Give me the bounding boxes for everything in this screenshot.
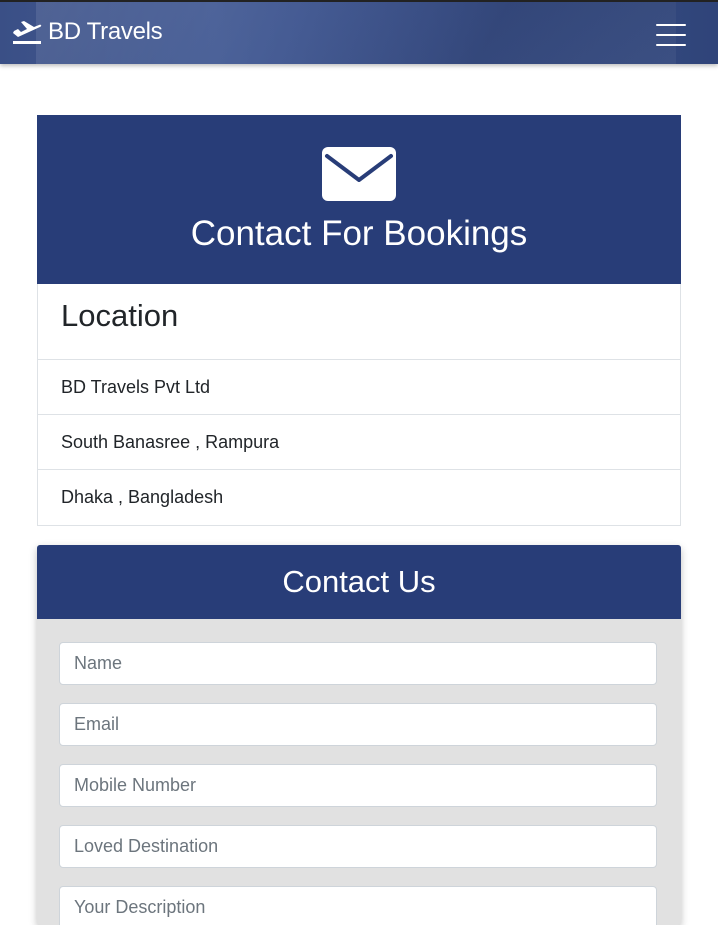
location-list: Location BD Travels Pvt Ltd South Banasr… <box>37 284 681 526</box>
booking-title: Contact For Bookings <box>190 214 528 253</box>
navbar: BD Travels <box>0 0 718 64</box>
envelope-icon <box>322 147 396 206</box>
plane-icon <box>12 18 42 46</box>
email-input[interactable] <box>59 703 657 746</box>
contact-form <box>37 619 681 925</box>
loved-destination-input[interactable] <box>59 825 657 868</box>
mobile-number-input[interactable] <box>59 764 657 807</box>
hamburger-icon-line <box>656 34 686 36</box>
booking-header: Contact For Bookings <box>37 115 681 284</box>
name-input[interactable] <box>59 642 657 685</box>
hamburger-icon <box>656 24 686 26</box>
contact-card: Contact Us <box>37 545 681 925</box>
brand-name: BD Travels <box>48 18 163 45</box>
brand-link[interactable]: BD Travels <box>12 18 163 46</box>
contact-title: Contact Us <box>37 545 681 619</box>
hamburger-icon-line <box>656 44 686 46</box>
location-heading: Location <box>38 284 680 360</box>
description-input[interactable] <box>59 886 657 925</box>
location-item: Dhaka , Bangladesh <box>61 487 224 507</box>
location-item: BD Travels Pvt Ltd <box>38 360 680 415</box>
menu-toggle-button[interactable] <box>656 22 688 48</box>
location-item: South Banasree , Rampura <box>38 415 680 470</box>
